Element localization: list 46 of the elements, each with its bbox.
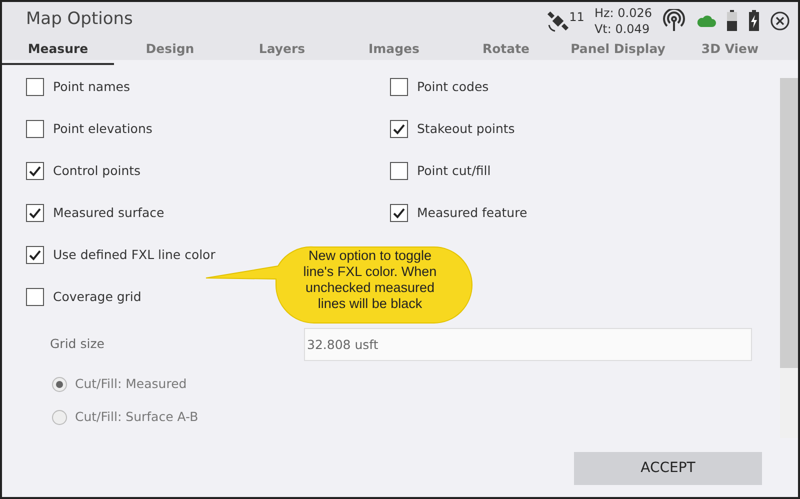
checkbox[interactable] xyxy=(26,78,44,96)
checkbox[interactable] xyxy=(26,162,44,180)
cloud-icon xyxy=(696,14,716,28)
radio-label: Cut/Fill: Measured xyxy=(75,375,187,393)
tab[interactable]: Panel Display xyxy=(562,37,674,65)
hz-reading: Hz: 0.026 xyxy=(594,5,652,21)
radio-button[interactable] xyxy=(52,376,67,392)
checkbox-label: Control points xyxy=(53,162,141,180)
grid-size-field[interactable]: 32.808 usft xyxy=(304,328,752,361)
field-label: Grid size xyxy=(50,335,106,354)
checkbox[interactable] xyxy=(390,120,408,138)
scrollbar[interactable] xyxy=(780,78,798,438)
checkbox[interactable] xyxy=(26,120,44,138)
battery-icon xyxy=(726,10,738,32)
accept-button[interactable]: ACCEPT xyxy=(574,452,762,485)
tab[interactable]: 3D View xyxy=(674,37,786,65)
checkbox[interactable] xyxy=(390,162,408,180)
checkbox-label: Point names xyxy=(53,78,130,96)
tab[interactable]: Images xyxy=(338,37,450,65)
vt-reading: Vt: 0.049 xyxy=(594,21,651,37)
tab[interactable]: Design xyxy=(114,37,226,65)
checkbox-label: Point cut/fill xyxy=(417,162,491,180)
callout-text: New option to toggle line's FXL color. When unchecked measured lines will be black xyxy=(302,248,438,312)
checkbox-label: Point elevations xyxy=(53,120,152,138)
radio-button[interactable] xyxy=(52,410,67,425)
checkbox[interactable] xyxy=(390,204,408,222)
battery-charging-icon xyxy=(748,10,760,32)
radio-label: Cut/Fill: Surface A-B xyxy=(75,408,198,426)
satellite-icon xyxy=(547,10,570,32)
window-title: Map Options xyxy=(25,8,133,31)
checkbox-label: Stakeout points xyxy=(417,120,515,138)
checkbox[interactable] xyxy=(26,204,44,222)
antenna-icon xyxy=(662,9,686,33)
checkbox-label: Use defined FXL line color xyxy=(53,246,216,264)
checkbox[interactable] xyxy=(390,78,408,96)
checkbox[interactable] xyxy=(26,246,44,264)
tab[interactable]: Layers xyxy=(226,37,338,65)
satellite-count: 11 xyxy=(569,9,584,26)
checkbox-label: Point codes xyxy=(417,78,489,96)
checkbox-label: Measured feature xyxy=(417,204,528,222)
tab[interactable]: Measure xyxy=(2,37,114,65)
close-icon[interactable] xyxy=(770,11,790,31)
tab[interactable]: Rotate xyxy=(450,37,562,65)
checkbox-label: Measured surface xyxy=(53,204,164,222)
checkbox-label: Coverage grid xyxy=(53,288,142,306)
checkbox[interactable] xyxy=(26,288,44,306)
